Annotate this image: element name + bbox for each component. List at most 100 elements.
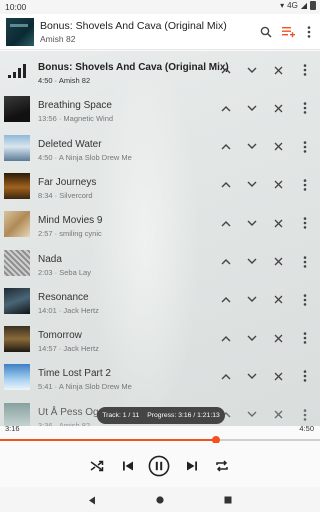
seek-bar[interactable] bbox=[0, 436, 320, 444]
chevron-down-icon[interactable] bbox=[244, 254, 260, 270]
chevron-up-icon[interactable] bbox=[218, 62, 234, 78]
pause-icon bbox=[148, 455, 170, 477]
track-meta: 2:57 · smiling cynic bbox=[38, 229, 102, 239]
close-icon[interactable] bbox=[270, 407, 286, 423]
chevron-up-icon[interactable] bbox=[218, 100, 234, 116]
track-title: Breathing Space bbox=[38, 100, 112, 112]
chevron-down-icon[interactable] bbox=[244, 368, 260, 384]
toast-track: Track: 1 / 11 bbox=[102, 412, 140, 419]
close-icon[interactable] bbox=[270, 100, 286, 116]
more-vertical-icon[interactable] bbox=[297, 292, 313, 308]
queue-item[interactable]: Breathing Space 13:56 · Magnetic Wind bbox=[0, 90, 320, 128]
repeat-icon[interactable] bbox=[211, 455, 233, 477]
skip-next-icon[interactable] bbox=[181, 455, 203, 477]
track-meta: 13:56 · Magnetic Wind bbox=[38, 114, 114, 124]
track-meta: 14:01 · Jack Hertz bbox=[38, 305, 99, 315]
more-vertical-icon[interactable] bbox=[297, 177, 313, 193]
queue-list[interactable]: Bonus: Shovels And Cava (Original Mix) 4… bbox=[0, 51, 320, 426]
track-title: Bonus: Shovels And Cava (Original Mix) bbox=[38, 62, 229, 73]
track-meta: 8:34 · Silvercord bbox=[38, 190, 93, 200]
chevron-down-icon[interactable] bbox=[244, 177, 260, 193]
album-art bbox=[4, 326, 30, 353]
queue-item[interactable]: Deleted Water 4:50 · A Ninja Slob Drew M… bbox=[0, 129, 320, 167]
now-playing-artist: Amish 82 bbox=[40, 34, 76, 44]
now-playing-album-art bbox=[6, 18, 34, 46]
playback-controls bbox=[0, 443, 320, 489]
track-title: Time Lost Part 2 bbox=[38, 368, 111, 380]
track-meta: 3:36 · Amish 82 bbox=[38, 420, 91, 426]
more-vertical-icon[interactable] bbox=[297, 62, 313, 78]
duration-time: 4:50 bbox=[299, 424, 314, 433]
track-title: Resonance bbox=[38, 291, 89, 303]
chevron-down-icon[interactable] bbox=[244, 330, 260, 346]
chevron-down-icon[interactable] bbox=[244, 139, 260, 155]
chevron-up-icon[interactable] bbox=[218, 215, 234, 231]
album-art bbox=[4, 287, 30, 314]
chevron-up-icon[interactable] bbox=[218, 368, 234, 384]
more-vertical-icon[interactable] bbox=[297, 368, 313, 384]
home-icon[interactable] bbox=[153, 493, 167, 507]
track-title: Deleted Water bbox=[38, 138, 102, 150]
status-time: 10:00 bbox=[5, 2, 27, 12]
battery-icon bbox=[310, 1, 316, 10]
close-icon[interactable] bbox=[270, 177, 286, 193]
more-vertical-icon[interactable] bbox=[297, 407, 313, 423]
track-meta: 4:50 · A Ninja Slob Drew Me bbox=[38, 152, 132, 162]
more-vertical-icon[interactable] bbox=[297, 139, 313, 155]
close-icon[interactable] bbox=[270, 254, 286, 270]
queue-item[interactable]: Tomorrow 14:57 · Jack Hertz bbox=[0, 320, 320, 358]
chevron-up-icon[interactable] bbox=[218, 177, 234, 193]
more-vertical-icon[interactable] bbox=[297, 330, 313, 346]
chevron-up-icon[interactable] bbox=[218, 292, 234, 308]
skip-previous-icon[interactable] bbox=[117, 455, 139, 477]
track-title: Far Journeys bbox=[38, 176, 97, 188]
album-art bbox=[4, 249, 30, 276]
chevron-up-icon[interactable] bbox=[218, 330, 234, 346]
chevron-down-icon[interactable] bbox=[244, 100, 260, 116]
album-art bbox=[4, 364, 30, 391]
close-icon[interactable] bbox=[270, 292, 286, 308]
chevron-down-icon[interactable] bbox=[244, 407, 260, 423]
status-icons: ▾ 4G ◢ bbox=[280, 1, 316, 10]
track-title: Mind Movies 9 bbox=[38, 215, 103, 227]
more-vertical-icon[interactable] bbox=[300, 23, 318, 41]
track-meta: 2:03 · Seba Lay bbox=[38, 267, 91, 277]
track-meta: 5:41 · A Ninja Slob Drew Me bbox=[38, 382, 132, 392]
shuffle-icon[interactable] bbox=[86, 455, 108, 477]
close-icon[interactable] bbox=[270, 62, 286, 78]
chevron-down-icon[interactable] bbox=[244, 62, 260, 78]
more-vertical-icon[interactable] bbox=[297, 100, 313, 116]
pause-button[interactable] bbox=[146, 453, 172, 479]
track-title: Tomorrow bbox=[38, 330, 82, 342]
close-icon[interactable] bbox=[270, 368, 286, 384]
queue-item[interactable]: Far Journeys 8:34 · Silvercord bbox=[0, 167, 320, 205]
album-art bbox=[4, 211, 30, 238]
queue-item[interactable]: Nada 2:03 · Seba Lay bbox=[0, 244, 320, 282]
back-icon[interactable] bbox=[85, 493, 99, 507]
more-vertical-icon[interactable] bbox=[297, 254, 313, 270]
queue-item[interactable]: Mind Movies 9 2:57 · smiling cynic bbox=[0, 205, 320, 243]
track-meta: 4:50 · Amish 82 bbox=[38, 76, 91, 85]
elapsed-time: 3:16 bbox=[5, 424, 20, 433]
search-icon[interactable] bbox=[257, 23, 275, 41]
status-bar: 10:00 ▾ 4G ◢ bbox=[0, 0, 320, 14]
recents-icon[interactable] bbox=[221, 493, 235, 507]
seek-bar-fill bbox=[0, 439, 216, 441]
queue-item[interactable]: Resonance 14:01 · Jack Hertz bbox=[0, 282, 320, 320]
close-icon[interactable] bbox=[270, 330, 286, 346]
chevron-down-icon[interactable] bbox=[244, 215, 260, 231]
chevron-up-icon[interactable] bbox=[218, 254, 234, 270]
close-icon[interactable] bbox=[270, 215, 286, 231]
track-title: Nada bbox=[38, 253, 62, 265]
network-label: 4G bbox=[287, 1, 298, 10]
queue-item-current[interactable]: Bonus: Shovels And Cava (Original Mix) 4… bbox=[0, 52, 320, 90]
more-vertical-icon[interactable] bbox=[297, 215, 313, 231]
wifi-icon: ▾ bbox=[280, 1, 285, 10]
queue-item[interactable]: Time Lost Part 2 5:41 · A Ninja Slob Dre… bbox=[0, 358, 320, 396]
queue-icon[interactable] bbox=[279, 23, 297, 41]
track-meta: 14:57 · Jack Hertz bbox=[38, 344, 99, 354]
chevron-up-icon[interactable] bbox=[218, 139, 234, 155]
close-icon[interactable] bbox=[270, 139, 286, 155]
chevron-down-icon[interactable] bbox=[244, 292, 260, 308]
now-playing-header[interactable]: Bonus: Shovels And Cava (Original Mix) A… bbox=[0, 14, 320, 50]
